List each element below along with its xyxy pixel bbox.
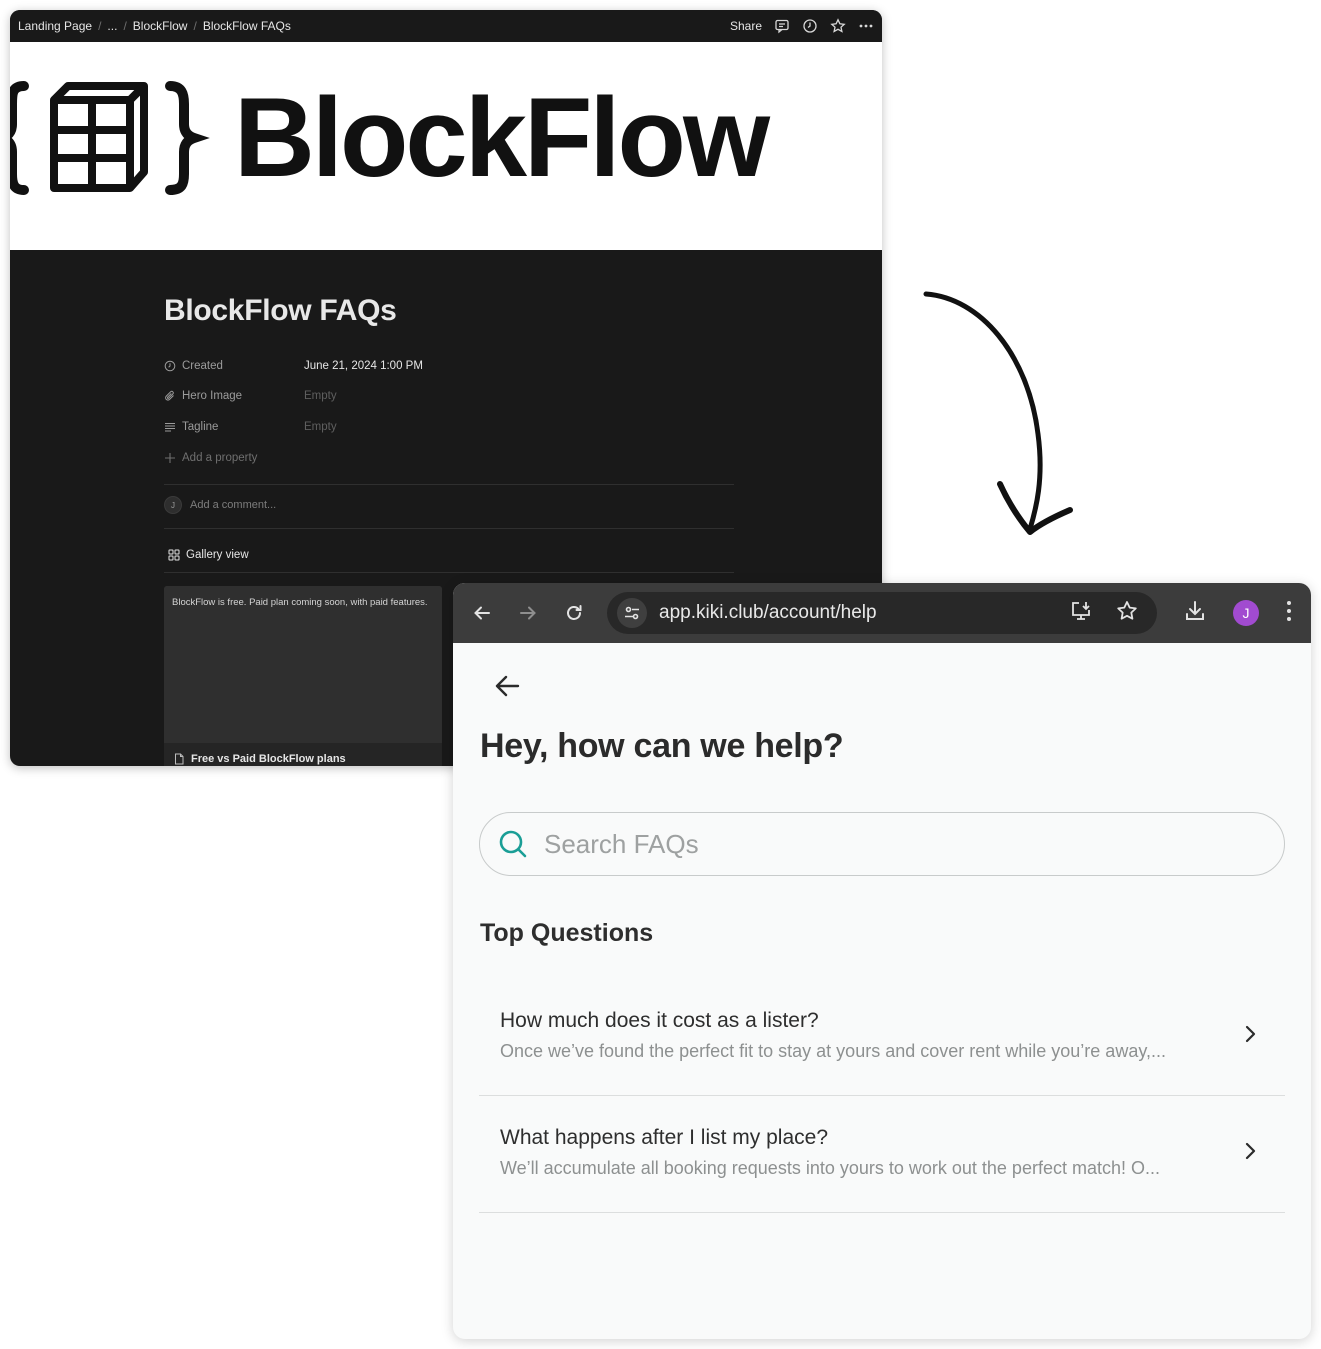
card-title: Free vs Paid BlockFlow plans [191, 753, 346, 765]
property-label: Tagline [182, 421, 219, 433]
page-title[interactable]: BlockFlow FAQs [164, 294, 397, 328]
property-label: Hero Image [182, 390, 243, 402]
gallery-grid-icon [168, 549, 180, 561]
back-button[interactable] [465, 596, 499, 630]
search-input[interactable] [544, 828, 1244, 860]
address-bar[interactable]: app.kiki.club/account/help [607, 592, 1157, 634]
breadcrumb-blockflow[interactable]: BlockFlow [133, 19, 188, 33]
back-arrow-icon[interactable] [493, 671, 523, 701]
chevron-right-icon [1245, 1142, 1256, 1160]
avatar: J [164, 496, 182, 514]
arrow-right-icon [520, 606, 536, 620]
faq-snippet: We’ll accumulate all booking requests in… [500, 1158, 1160, 1178]
property-tagline[interactable]: Tagline Empty [164, 417, 337, 437]
clock-icon [164, 360, 176, 372]
site-settings-icon[interactable] [617, 598, 647, 628]
forward-button[interactable] [511, 596, 545, 630]
hero-banner: BlockFlow [10, 42, 882, 250]
comment-input[interactable]: Add a comment... [190, 499, 276, 511]
notion-topbar: Landing Page / ... / BlockFlow / BlockFl… [10, 10, 882, 42]
gallery-view-tab[interactable]: Gallery view [168, 549, 249, 561]
chevron-right-icon [1245, 1025, 1256, 1043]
faq-list-item[interactable]: How much does it cost as a lister? Once … [479, 979, 1285, 1096]
profile-avatar[interactable]: J [1233, 600, 1259, 626]
property-value[interactable]: Empty [304, 390, 337, 402]
breadcrumb-landing-page[interactable]: Landing Page [18, 19, 92, 33]
blockflow-logo-icon [10, 81, 210, 195]
comment-icon[interactable] [774, 18, 790, 34]
property-label: Created [182, 360, 223, 372]
hero-wordmark: BlockFlow [234, 75, 770, 200]
star-icon[interactable] [830, 18, 846, 34]
browser-toolbar: app.kiki.club/account/help J [453, 583, 1311, 643]
install-app-icon[interactable] [1069, 599, 1093, 628]
share-button[interactable]: Share [730, 19, 762, 33]
property-created[interactable]: Created June 21, 2024 1:00 PM [164, 356, 423, 376]
property-value[interactable]: Empty [304, 421, 337, 433]
browser-window: app.kiki.club/account/help J Hey, how ca… [453, 583, 1311, 1339]
paperclip-icon [165, 390, 174, 401]
breadcrumb-separator: / [123, 19, 127, 33]
add-property-label: Add a property [182, 452, 258, 464]
browser-menu-icon[interactable] [1285, 600, 1293, 627]
comment-row[interactable]: J Add a comment... [164, 496, 276, 514]
faq-snippet: Once we’ve found the perfect fit to stay… [500, 1041, 1166, 1061]
property-hero-image[interactable]: Hero Image Empty [164, 386, 337, 406]
bookmark-star-icon[interactable] [1115, 599, 1139, 628]
search-icon [499, 830, 527, 858]
add-property-button[interactable]: Add a property [164, 448, 304, 468]
curved-arrow-icon [923, 291, 1073, 535]
breadcrumb-current-page[interactable]: BlockFlow FAQs [203, 19, 291, 33]
breadcrumb-ellipsis[interactable]: ... [107, 19, 117, 33]
divider [164, 528, 734, 529]
top-questions-heading: Top Questions [480, 919, 654, 947]
more-options-icon[interactable] [858, 18, 874, 34]
breadcrumb-separator: / [98, 19, 102, 33]
breadcrumb-separator: / [193, 19, 197, 33]
card-preview: BlockFlow is free. Paid plan coming soon… [164, 586, 442, 743]
reload-button[interactable] [557, 596, 591, 630]
reload-icon [567, 605, 582, 620]
property-value: June 21, 2024 1:00 PM [304, 360, 423, 372]
plus-icon [165, 453, 175, 463]
text-lines-icon [165, 423, 175, 432]
page-icon [175, 753, 184, 765]
arrow-left-icon [474, 606, 490, 620]
breadcrumb: Landing Page / ... / BlockFlow / BlockFl… [18, 19, 291, 33]
gallery-view-label: Gallery view [186, 549, 249, 561]
gallery-card[interactable]: BlockFlow is free. Paid plan coming soon… [164, 586, 442, 766]
faq-list-item[interactable]: What happens after I list my place? We’l… [479, 1096, 1285, 1213]
divider [164, 572, 734, 573]
faq-question: How much does it cost as a lister? [500, 1009, 819, 1032]
url-text[interactable]: app.kiki.club/account/help [659, 602, 877, 624]
divider [164, 484, 734, 485]
search-bar[interactable] [479, 812, 1285, 876]
downloads-icon[interactable] [1183, 599, 1207, 628]
help-page: Hey, how can we help? Top Questions How … [453, 643, 1311, 1339]
help-page-title: Hey, how can we help? [480, 727, 844, 765]
faq-question: What happens after I list my place? [500, 1126, 828, 1149]
history-clock-icon[interactable] [802, 18, 818, 34]
